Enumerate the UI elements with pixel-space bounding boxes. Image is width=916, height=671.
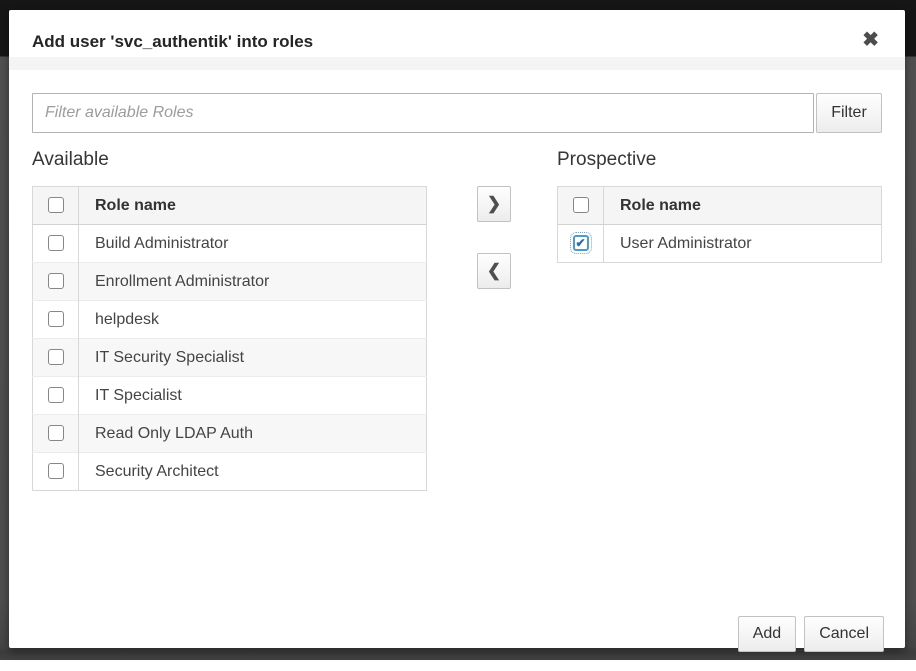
dual-list-columns: Role name Build AdministratorEnrollment … <box>32 186 882 491</box>
prospective-table-header: Role name <box>558 187 882 225</box>
move-to-prospective-button[interactable]: ❯ <box>477 186 511 222</box>
checkbox-cell <box>33 415 79 453</box>
dialog-title: Add user 'svc_authentik' into roles <box>32 30 882 54</box>
role-name: IT Security Specialist <box>79 339 427 377</box>
role-name: Build Administrator <box>79 225 427 263</box>
table-row: IT Security Specialist <box>33 339 427 377</box>
chevron-left-icon: ❮ <box>487 261 501 280</box>
role-name: helpdesk <box>79 301 427 339</box>
dialog-footer: Add Cancel <box>738 616 884 652</box>
dialog-body: Filter Available Prospective Role name B… <box>9 93 905 671</box>
filter-input[interactable] <box>32 93 814 133</box>
table-row: Enrollment Administrator <box>33 263 427 301</box>
table-row: IT Specialist <box>33 377 427 415</box>
close-icon[interactable]: ✖ <box>862 30 879 50</box>
checkbox-checked-icon[interactable]: ✔ <box>573 235 589 251</box>
checkbox-cell <box>33 377 79 415</box>
column-header-role-name: Role name <box>604 187 882 225</box>
role-name: Enrollment Administrator <box>79 263 427 301</box>
checkbox-cell <box>33 301 79 339</box>
filter-row: Filter <box>32 93 882 133</box>
dialog-header: Add user 'svc_authentik' into roles ✖ <box>9 10 905 57</box>
column-headings: Available Prospective <box>32 147 882 173</box>
checkbox-icon[interactable] <box>48 349 64 365</box>
checkbox-cell <box>33 339 79 377</box>
table-row: helpdesk <box>33 301 427 339</box>
available-heading: Available <box>32 147 557 173</box>
chevron-right-icon: ❯ <box>487 194 501 213</box>
checkbox-cell <box>33 263 79 301</box>
checkbox-icon[interactable] <box>48 425 64 441</box>
move-to-available-button[interactable]: ❮ <box>477 253 511 289</box>
available-table-header: Role name <box>33 187 427 225</box>
checkbox-cell: ✔ <box>558 225 604 263</box>
prospective-heading: Prospective <box>557 147 656 173</box>
available-roles-table: Role name Build AdministratorEnrollment … <box>32 186 427 491</box>
prospective-roles-table: Role name ✔ User Administrator <box>557 186 882 263</box>
add-button[interactable]: Add <box>738 616 796 652</box>
cancel-button[interactable]: Cancel <box>804 616 884 652</box>
checkbox-icon[interactable] <box>48 311 64 327</box>
table-row: Read Only LDAP Auth <box>33 415 427 453</box>
header-row: Role name <box>558 187 882 225</box>
move-buttons: ❯ ❮ <box>477 186 511 289</box>
select-all-cell <box>558 187 604 225</box>
checkbox-icon[interactable] <box>48 463 64 479</box>
checkbox-icon[interactable] <box>48 235 64 251</box>
select-all-checkbox-icon[interactable] <box>573 197 589 213</box>
role-name: IT Specialist <box>79 377 427 415</box>
available-heading-cell: Available <box>32 147 557 173</box>
filter-button[interactable]: Filter <box>816 93 882 133</box>
checkbox-icon[interactable] <box>48 273 64 289</box>
table-row: ✔ User Administrator <box>558 225 882 263</box>
header-row: Role name <box>33 187 427 225</box>
checkbox-cell <box>33 453 79 491</box>
table-row: Security Architect <box>33 453 427 491</box>
column-header-role-name: Role name <box>79 187 427 225</box>
table-row: Build Administrator <box>33 225 427 263</box>
select-all-cell <box>33 187 79 225</box>
role-name: Security Architect <box>79 453 427 491</box>
role-name: Read Only LDAP Auth <box>79 415 427 453</box>
add-roles-dialog: Add user 'svc_authentik' into roles ✖ Fi… <box>9 10 905 648</box>
header-divider-band <box>9 57 905 70</box>
checkbox-icon[interactable] <box>48 387 64 403</box>
select-all-checkbox-icon[interactable] <box>48 197 64 213</box>
role-name: User Administrator <box>604 225 882 263</box>
checkbox-cell <box>33 225 79 263</box>
